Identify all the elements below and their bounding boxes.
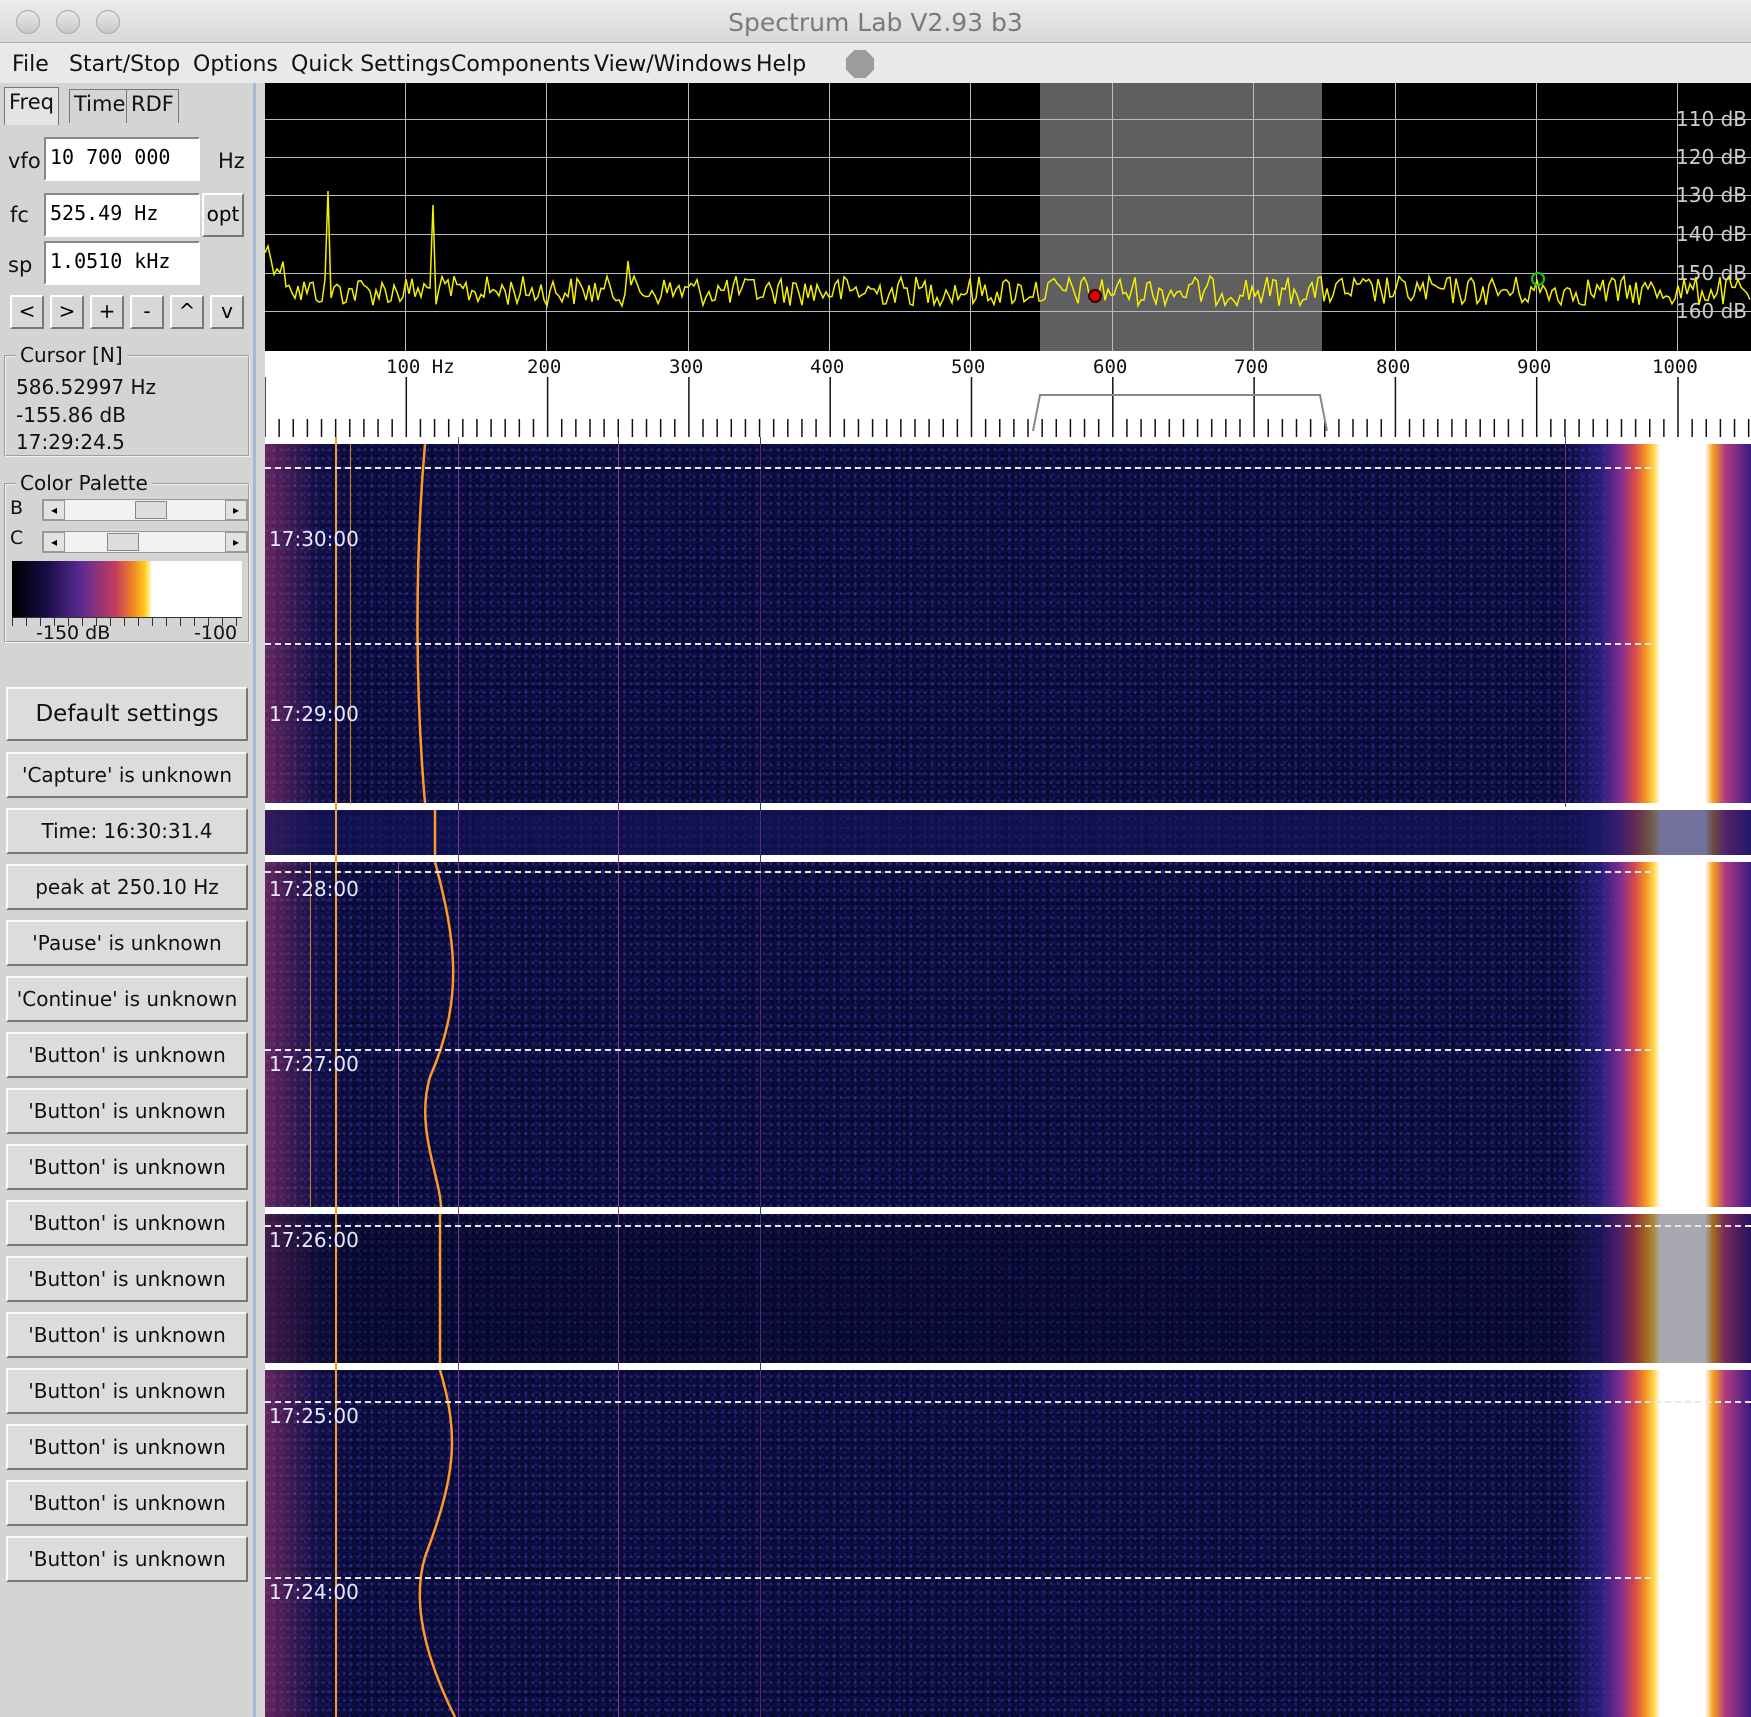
vfo-unit: Hz (218, 149, 245, 173)
zoom-in-button[interactable]: + (90, 295, 124, 329)
opt-button[interactable]: opt (202, 193, 244, 237)
scroll-left-button[interactable]: < (10, 295, 44, 329)
freq-label-200: 200 (527, 356, 562, 378)
freq-label-100: 100 Hz (386, 356, 455, 378)
color-palette-title: Color Palette (16, 471, 152, 495)
menu-file[interactable]: File (12, 52, 49, 77)
brightness-right-arrow-icon[interactable]: ▸ (225, 500, 247, 520)
cursor-level: -155.86 dB (16, 403, 126, 427)
user-button-3[interactable]: 'Button' is unknown (6, 1144, 248, 1190)
cursor-frequency: 586.52997 Hz (16, 375, 157, 399)
capture-button[interactable]: 'Capture' is unknown (6, 752, 248, 798)
brightness-slider[interactable]: ◂ ▸ (42, 499, 248, 521)
pause-button[interactable]: 'Pause' is unknown (6, 920, 248, 966)
freq-label-800: 800 (1376, 356, 1411, 378)
tab-time[interactable]: Time (69, 89, 131, 123)
menu-components[interactable]: Components (451, 52, 590, 77)
menu-view-windows[interactable]: View/Windows (594, 52, 752, 77)
user-button-6[interactable]: 'Button' is unknown (6, 1312, 248, 1358)
sp-label: sp (8, 253, 33, 277)
range-down-button[interactable]: v (210, 295, 244, 329)
window-title: Spectrum Lab V2.93 b3 (728, 8, 1023, 37)
color-palette-group: Color Palette B ◂ ▸ C ◂ ▸ -150 dB -100 (4, 471, 250, 644)
user-button-7[interactable]: 'Button' is unknown (6, 1368, 248, 1414)
user-button-8[interactable]: 'Button' is unknown (6, 1424, 248, 1470)
time-label: 17:24:00 (269, 1580, 359, 1604)
frequency-scale[interactable]: 100 Hz 200 300 400 500 600 700 800 900 1… (265, 351, 1751, 437)
drifting-carrier-trace (416, 443, 457, 1717)
freq-label-700: 700 (1234, 356, 1269, 378)
default-settings-button[interactable]: Default settings (6, 687, 248, 741)
palette-min-label: -150 dB (36, 622, 111, 644)
peak-button[interactable]: peak at 250.10 Hz (6, 864, 248, 910)
time-gridline (265, 1401, 1751, 1403)
contrast-slider[interactable]: ◂ ▸ (42, 531, 248, 553)
continue-button[interactable]: 'Continue' is unknown (6, 976, 248, 1022)
brightness-left-arrow-icon[interactable]: ◂ (43, 500, 65, 520)
cursor-group: Cursor [N] 586.52997 Hz -155.86 dB 17:29… (4, 343, 250, 457)
tab-rdf[interactable]: RDF (126, 89, 179, 123)
user-button-10[interactable]: 'Button' is unknown (6, 1536, 248, 1582)
time-label: 17:26:00 (269, 1228, 359, 1252)
time-gridline (265, 1049, 1651, 1051)
menu-start-stop[interactable]: Start/Stop (69, 52, 180, 77)
vfo-label: vfo (8, 149, 41, 173)
sp-field[interactable]: 1.0510 kHz (44, 241, 200, 285)
time-button[interactable]: Time: 16:30:31.4 (6, 808, 248, 854)
vfo-field[interactable]: 10 700 000 (44, 137, 200, 181)
menu-bar: File Start/Stop Options Quick Settings C… (0, 43, 1751, 83)
scroll-right-button[interactable]: > (50, 295, 84, 329)
time-label: 17:25:00 (269, 1404, 359, 1428)
menu-quick-settings[interactable]: Quick Settings (291, 52, 450, 77)
spectrum-trace (265, 190, 1751, 309)
freq-label-1000: 1000 (1652, 356, 1698, 378)
freq-label-300: 300 (669, 356, 704, 378)
menu-help[interactable]: Help (756, 52, 806, 77)
user-button-4[interactable]: 'Button' is unknown (6, 1200, 248, 1246)
brightness-thumb[interactable] (135, 501, 167, 519)
user-button-5[interactable]: 'Button' is unknown (6, 1256, 248, 1302)
time-label: 17:27:00 (269, 1052, 359, 1076)
user-button-9[interactable]: 'Button' is unknown (6, 1480, 248, 1526)
brightness-label: B (10, 497, 24, 519)
freq-label-900: 900 (1517, 356, 1552, 378)
time-gridline (265, 1225, 1751, 1227)
user-button-1[interactable]: 'Button' is unknown (6, 1032, 248, 1078)
freq-label-500: 500 (951, 356, 986, 378)
contrast-label: C (10, 527, 24, 549)
spectrum-display[interactable]: 110 dB 120 dB 130 dB 140 dB 150 dB 160 d… (265, 83, 1751, 351)
time-gridline (265, 467, 1651, 469)
user-button-2[interactable]: 'Button' is unknown (6, 1088, 248, 1134)
cursor-title: Cursor [N] (16, 343, 127, 367)
stop-indicator-icon[interactable] (846, 50, 874, 78)
time-gridline (265, 643, 1651, 645)
time-gridline (265, 1577, 1651, 1579)
cursor-time: 17:29:24.5 (16, 430, 125, 454)
cursor-marker-icon[interactable] (1088, 289, 1102, 303)
time-label: 17:28:00 (269, 877, 359, 901)
fc-field[interactable]: 525.49 Hz (44, 193, 200, 237)
fc-label: fc (10, 203, 29, 227)
time-label: 17:29:00 (269, 702, 359, 726)
freq-label-600: 600 (1093, 356, 1128, 378)
title-bar: Spectrum Lab V2.93 b3 (0, 0, 1751, 43)
time-gridline (265, 871, 1651, 873)
menu-options[interactable]: Options (193, 52, 278, 77)
freq-label-400: 400 (810, 356, 845, 378)
palette-max-label: -100 (194, 622, 238, 644)
control-panel: Freq Time RDF vfo 10 700 000 Hz fc 525.4… (0, 83, 256, 1717)
waterfall-display[interactable]: 17:30:00 17:29:00 17:28:00 17:27:00 17:2… (265, 437, 1751, 1717)
zoom-out-button[interactable]: - (130, 295, 164, 329)
contrast-right-arrow-icon[interactable]: ▸ (225, 532, 247, 552)
range-up-button[interactable]: ^ (170, 295, 204, 329)
tab-freq[interactable]: Freq (4, 87, 59, 125)
contrast-thumb[interactable] (107, 533, 139, 551)
contrast-left-arrow-icon[interactable]: ◂ (43, 532, 65, 552)
palette-gradient-bar (12, 561, 242, 617)
time-label: 17:30:00 (269, 527, 359, 551)
